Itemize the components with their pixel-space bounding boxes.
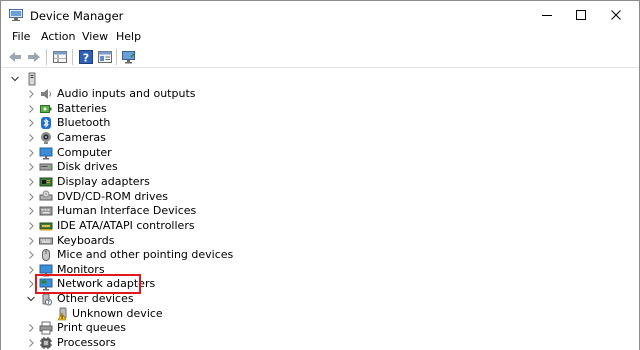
chevron-right-icon[interactable] xyxy=(25,235,37,247)
bluetooth-icon xyxy=(41,117,51,130)
tree-category-item[interactable]: Audio inputs and outputs xyxy=(1,87,639,102)
menu-help[interactable]: Help xyxy=(116,30,141,46)
properties-grid-icon[interactable] xyxy=(52,49,68,65)
tree-item-label: Disk drives xyxy=(57,160,118,174)
update-driver-icon[interactable] xyxy=(97,49,113,65)
tree-category-item[interactable]: Print queues xyxy=(1,321,639,336)
chevron-right-icon[interactable] xyxy=(25,249,37,261)
tree-item-label: Bluetooth xyxy=(57,116,111,130)
tree-item-label: IDE ATA/ATAPI controllers xyxy=(57,218,195,232)
network-adapters-highlight xyxy=(35,274,141,294)
title-bar[interactable]: Device Manager xyxy=(1,1,639,30)
menu-file[interactable]: File xyxy=(12,30,30,46)
unknown-device-warning-icon xyxy=(57,307,67,321)
tree-item-label: Computer xyxy=(57,145,112,159)
chevron-right-icon[interactable] xyxy=(25,117,37,129)
help-icon[interactable]: ? xyxy=(78,49,94,65)
chevron-right-icon[interactable] xyxy=(25,205,37,217)
chevron-right-icon[interactable] xyxy=(25,147,37,159)
tree-child-item[interactable]: Unknown device xyxy=(1,307,639,322)
tree-category-item[interactable]: Computer xyxy=(1,146,639,161)
maximize-icon xyxy=(576,10,586,20)
minimize-icon xyxy=(542,15,552,16)
chevron-right-icon[interactable] xyxy=(25,103,37,115)
tree-item-label: Batteries xyxy=(57,101,107,115)
window-title: Device Manager xyxy=(30,9,124,23)
device-tree: Audio inputs and outputs Batteries Bluetoo… xyxy=(1,69,639,350)
chevron-right-icon[interactable] xyxy=(25,176,37,188)
toolbar-separator xyxy=(46,49,47,65)
mouse-icon xyxy=(42,249,50,262)
tree-category-item[interactable]: Disk drives xyxy=(1,160,639,175)
tree-root-node[interactable] xyxy=(1,72,639,87)
tree-category-item[interactable]: ? Other devices xyxy=(1,292,639,307)
chevron-right-icon[interactable] xyxy=(25,132,37,144)
tree-item-label: Display adapters xyxy=(57,174,150,188)
display-adapter-icon xyxy=(39,177,53,187)
hid-icon xyxy=(39,206,53,216)
ide-controller-icon xyxy=(39,222,53,231)
tree-item-label: Other devices xyxy=(57,292,134,306)
chevron-right-icon[interactable] xyxy=(25,322,37,334)
camera-icon xyxy=(41,131,51,144)
menu-action[interactable]: Action xyxy=(41,30,75,46)
chevron-right-icon[interactable] xyxy=(25,220,37,232)
menu-bar: File Action View Help xyxy=(1,30,639,46)
tree-item-label: Keyboards xyxy=(57,233,115,247)
dvd-drive-icon xyxy=(39,190,53,201)
chevron-right-icon[interactable] xyxy=(25,88,37,100)
chevron-right-icon[interactable] xyxy=(25,337,37,349)
tree-item-label: Unknown device xyxy=(72,306,163,320)
tree-category-item[interactable]: DVD/CD-ROM drives xyxy=(1,190,639,205)
monitor-icon xyxy=(39,147,53,160)
tree-category-item[interactable]: Cameras xyxy=(1,131,639,146)
tree-category-item[interactable]: IDE ATA/ATAPI controllers xyxy=(1,219,639,234)
tree-category-item[interactable]: Bluetooth xyxy=(1,116,639,131)
disk-drive-icon xyxy=(39,163,53,171)
tree-item-label: DVD/CD-ROM drives xyxy=(57,189,168,203)
keyboard-icon xyxy=(39,237,53,244)
tree-item-label: Processors xyxy=(57,336,116,350)
chevron-right-icon[interactable] xyxy=(25,191,37,203)
tree-category-item[interactable]: Keyboards xyxy=(1,234,639,249)
tree-category-item[interactable]: Mice and other pointing devices xyxy=(1,248,639,263)
back-arrow-icon[interactable] xyxy=(7,49,23,65)
tree-item-label: Cameras xyxy=(57,130,106,144)
tree-category-item[interactable]: Batteries xyxy=(1,102,639,117)
toolbar-separator xyxy=(72,49,73,65)
menu-view[interactable]: View xyxy=(82,30,108,46)
computer-tower-icon xyxy=(28,72,36,86)
chevron-down-icon[interactable] xyxy=(9,73,21,85)
tree-category-item[interactable]: Processors xyxy=(1,336,639,350)
chevron-down-icon[interactable] xyxy=(25,293,37,305)
printer-icon xyxy=(39,321,53,335)
close-button[interactable] xyxy=(594,1,639,30)
tree-item-label: Print queues xyxy=(57,321,126,335)
tree-item-label: Mice and other pointing devices xyxy=(57,248,234,262)
tree-category-item[interactable]: Display adapters xyxy=(1,175,639,190)
device-manager-app-icon xyxy=(9,9,23,21)
other-devices-icon: ? xyxy=(42,293,52,306)
toolbar: ? xyxy=(1,46,639,68)
battery-icon xyxy=(40,104,52,113)
svg-text:?: ? xyxy=(47,300,50,306)
close-icon xyxy=(611,10,621,20)
toolbar-separator xyxy=(116,49,117,65)
speaker-icon xyxy=(41,89,51,99)
svg-text:?: ? xyxy=(83,52,89,65)
device-manager-window: Device Manager File Action View Help ? A… xyxy=(0,0,640,350)
chevron-right-icon[interactable] xyxy=(25,161,37,173)
tree-item-label: Human Interface Devices xyxy=(57,204,197,218)
scan-hardware-monitor-icon[interactable] xyxy=(121,49,137,65)
tree-category-item[interactable]: Human Interface Devices xyxy=(1,204,639,219)
tree-item-label: Audio inputs and outputs xyxy=(57,87,196,100)
forward-arrow-icon[interactable] xyxy=(26,49,42,65)
processor-icon xyxy=(40,337,52,350)
